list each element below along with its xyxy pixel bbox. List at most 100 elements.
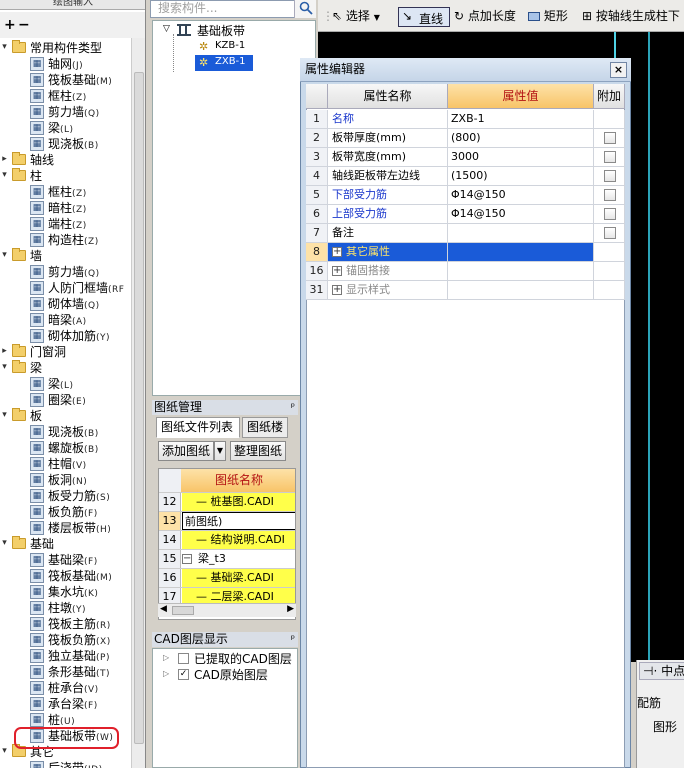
- point-length-button[interactable]: ↻ 点加长度: [454, 8, 516, 24]
- drawing-row[interactable]: 16 — 基础梁.CADI: [159, 569, 295, 588]
- tree-item[interactable]: ▦ 构造柱(Z): [0, 232, 131, 248]
- tree-folder[interactable]: ▸ 轴线: [0, 152, 131, 168]
- property-row[interactable]: 8 + 其它属性: [306, 243, 625, 262]
- attach-checkbox[interactable]: [604, 189, 616, 201]
- tree-folder[interactable]: ▾ 梁: [0, 360, 131, 376]
- expand-icon[interactable]: +: [332, 247, 342, 257]
- tree-item[interactable]: ▦ 筏板基础(M): [0, 568, 131, 584]
- tree-item[interactable]: ▦ 板洞(N): [0, 472, 131, 488]
- expand-icon[interactable]: ▸: [0, 155, 9, 164]
- chevron-down-icon[interactable]: ▼: [214, 441, 226, 461]
- collapse-icon[interactable]: ▾: [0, 43, 9, 52]
- tree-folder[interactable]: ▾ 柱: [0, 168, 131, 184]
- tree-item[interactable]: ▦ 后浇带(JD): [0, 760, 131, 768]
- tree-item[interactable]: ▦ 人防门框墙(RF: [0, 280, 131, 296]
- property-row[interactable]: 5 下部受力筋 Φ14@150: [306, 186, 625, 205]
- collapse-all-button[interactable]: −: [18, 18, 30, 32]
- add-drawing-button[interactable]: 添加图纸: [158, 441, 214, 461]
- scroll-thumb[interactable]: [134, 72, 144, 744]
- tree-item[interactable]: ▦ 现浇板(B): [0, 136, 131, 152]
- property-value-cell[interactable]: [448, 281, 594, 300]
- tree-item[interactable]: ▦ 独立基础(P): [0, 648, 131, 664]
- tree-item[interactable]: ▦ 筏板主筋(R): [0, 616, 131, 632]
- property-value-cell[interactable]: (800): [448, 129, 594, 148]
- component-item-zxb-1-selected[interactable]: ✲ ZXB-1: [195, 55, 253, 71]
- axis-generate-button[interactable]: ⊞ 按轴线生成柱下: [582, 8, 680, 24]
- tree-item[interactable]: ▦ 框柱(Z): [0, 184, 131, 200]
- attach-checkbox[interactable]: [604, 132, 616, 144]
- expand-icon[interactable]: ▷: [163, 669, 169, 678]
- property-row[interactable]: 31 + 显示样式: [306, 281, 625, 300]
- collapse-icon[interactable]: ▾: [0, 539, 9, 548]
- property-value-cell[interactable]: [448, 243, 594, 262]
- property-value-cell[interactable]: [448, 224, 594, 243]
- tree-item[interactable]: ▦ 轴网(J): [0, 56, 131, 72]
- tree-item[interactable]: ▦ 框柱(Z): [0, 88, 131, 104]
- tree-item[interactable]: ▦ 筏板基础(M): [0, 72, 131, 88]
- tree-scrollbar[interactable]: [131, 38, 145, 768]
- scroll-left-icon[interactable]: ◀: [160, 604, 167, 614]
- scroll-right-icon[interactable]: ▶: [287, 604, 294, 614]
- attach-checkbox[interactable]: [604, 227, 616, 239]
- tree-folder[interactable]: ▸ 门窗洞: [0, 344, 131, 360]
- property-row[interactable]: 6 上部受力筋 Φ14@150: [306, 205, 625, 224]
- tree-folder[interactable]: ▾ 基础: [0, 536, 131, 552]
- collapse-icon[interactable]: ▾: [0, 411, 9, 420]
- expand-icon[interactable]: ▷: [163, 653, 169, 662]
- attach-checkbox[interactable]: [604, 151, 616, 163]
- attach-checkbox[interactable]: [604, 208, 616, 220]
- property-value-cell[interactable]: [448, 262, 594, 281]
- tree-item[interactable]: ▦ 梁(L): [0, 376, 131, 392]
- collapse-icon[interactable]: ▾: [0, 171, 9, 180]
- pin-icon[interactable]: ᵖ: [291, 400, 295, 415]
- expand-icon[interactable]: +: [332, 266, 342, 276]
- property-row[interactable]: 7 备注: [306, 224, 625, 243]
- expand-all-button[interactable]: +: [4, 18, 16, 32]
- tree-folder[interactable]: ▾ 常用构件类型: [0, 40, 131, 56]
- tree-item[interactable]: ▦ 筏板负筋(X): [0, 632, 131, 648]
- close-button[interactable]: ×: [610, 62, 627, 78]
- column-header-value[interactable]: 属性值: [448, 84, 594, 109]
- tree-folder[interactable]: ▾ 墙: [0, 248, 131, 264]
- search-button[interactable]: [294, 0, 316, 18]
- drawing-row[interactable]: 15− 梁_t3: [159, 550, 295, 569]
- property-row[interactable]: 4 轴线距板带左边线 (1500): [306, 167, 625, 186]
- column-header-extra[interactable]: 附加: [594, 84, 625, 109]
- tree-item[interactable]: ▦ 板负筋(F): [0, 504, 131, 520]
- collapse-icon[interactable]: −: [182, 554, 192, 564]
- tab-drawing-file-list[interactable]: 图纸文件列表: [156, 417, 240, 438]
- collapse-icon[interactable]: ▾: [0, 251, 9, 260]
- component-item-kzb-1[interactable]: KZB-1: [215, 40, 245, 51]
- tree-item[interactable]: ▦ 集水坑(K): [0, 584, 131, 600]
- tree-item[interactable]: ▦ 现浇板(B): [0, 424, 131, 440]
- tree-item[interactable]: ▦ 桩承台(V): [0, 680, 131, 696]
- property-value-cell[interactable]: Φ14@150: [448, 186, 594, 205]
- tree-item[interactable]: ▦ 剪力墙(Q): [0, 104, 131, 120]
- tree-item[interactable]: ▦ 柱墩(Y): [0, 600, 131, 616]
- tree-item[interactable]: ▦ 楼层板带(H): [0, 520, 131, 536]
- drawing-row[interactable]: 13 前图纸): [159, 512, 295, 531]
- tab-drawing-floor[interactable]: 图纸楼: [242, 417, 288, 438]
- property-row[interactable]: 16 + 锚固搭接: [306, 262, 625, 281]
- line-tool-button[interactable]: ↘ 直线: [398, 7, 450, 27]
- select-button[interactable]: ⇖ 选择 ▼: [332, 8, 380, 26]
- tree-item[interactable]: ▦ 桩(U): [0, 712, 131, 728]
- property-row[interactable]: 1 名称 ZXB-1: [306, 110, 625, 129]
- tree-item[interactable]: ▦ 螺旋板(B): [0, 440, 131, 456]
- midpoint-snap-button[interactable]: ⊣· 中点: [639, 662, 684, 680]
- collapse-icon[interactable]: ▾: [0, 363, 9, 372]
- tree-item[interactable]: ▦ 砌体墙(Q): [0, 296, 131, 312]
- column-header-drawing-name[interactable]: 图纸名称: [181, 469, 295, 492]
- tree-folder[interactable]: ▾ 板: [0, 408, 131, 424]
- tree-item[interactable]: ▦ 基础梁(F): [0, 552, 131, 568]
- horizontal-scrollbar[interactable]: ◀ ▶: [158, 603, 296, 617]
- property-value-cell[interactable]: Φ14@150: [448, 205, 594, 224]
- component-root[interactable]: 基础板带: [197, 22, 245, 39]
- layer-checkbox-extracted[interactable]: [178, 653, 189, 664]
- expand-icon[interactable]: +: [332, 285, 342, 295]
- expand-icon[interactable]: ▸: [0, 347, 9, 356]
- drawing-row[interactable]: 14 — 结构说明.CADI: [159, 531, 295, 550]
- tree-item[interactable]: ▦ 承台梁(F): [0, 696, 131, 712]
- tree-item[interactable]: ▦ 条形基础(T): [0, 664, 131, 680]
- rectangle-button[interactable]: 矩形: [528, 8, 568, 24]
